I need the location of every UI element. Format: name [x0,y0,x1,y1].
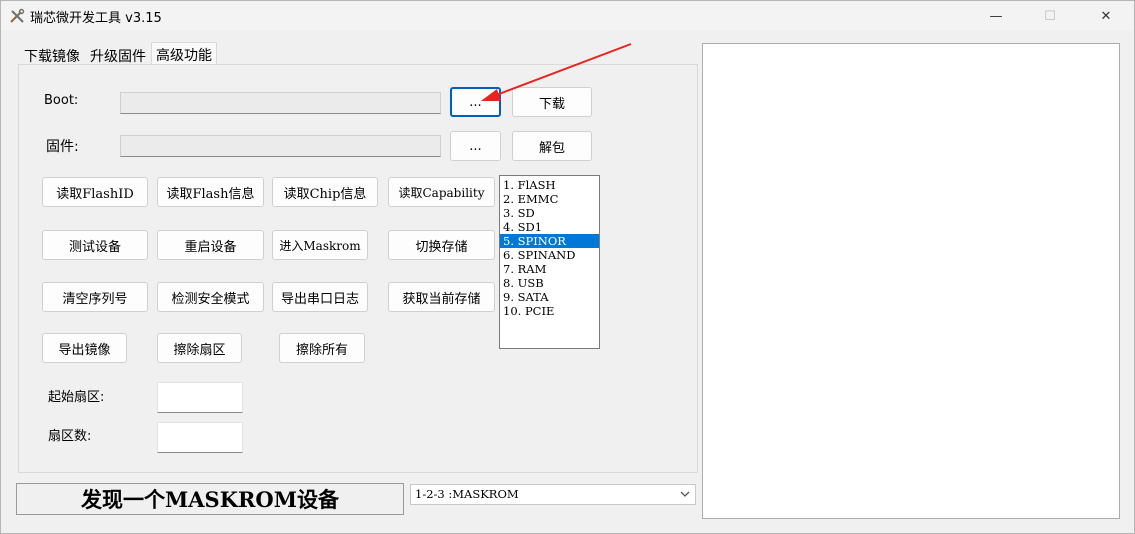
close-button[interactable]: ✕ [1083,1,1129,31]
log-panel[interactable] [702,43,1120,519]
download-button[interactable]: 下载 [512,87,592,117]
unpack-button[interactable]: 解包 [512,131,592,161]
tools-icon [10,8,25,23]
start-sector-input[interactable] [157,382,243,413]
storage-item-pcie[interactable]: 10. PCIE [500,304,599,318]
export-serial-log-button[interactable]: 导出串口日志 [272,282,368,312]
storage-item-sd[interactable]: 3. SD [500,206,599,220]
switch-storage-button[interactable]: 切换存储 [388,230,495,260]
minimize-button[interactable]: — [973,1,1019,31]
app-window: 瑞芯微开发工具 v3.15 — ☐ ✕ 下载镜像 升级固件 高级功能 Boot:… [0,0,1135,534]
device-select-value: 1-2-3 :MASKROM [415,487,519,501]
boot-path-field[interactable] [120,92,441,114]
read-flash-info-button[interactable]: 读取Flash信息 [157,177,264,207]
title-bar[interactable]: 瑞芯微开发工具 v3.15 — ☐ ✕ [1,1,1134,31]
sector-count-label: 扇区数: [48,429,92,444]
erase-all-button[interactable]: 擦除所有 [279,333,365,363]
storage-list[interactable]: 1. FlASH 2. EMMC 3. SD 4. SD1 5. SPINOR … [499,175,600,349]
erase-sector-button[interactable]: 擦除扇区 [157,333,242,363]
storage-item-spinor[interactable]: 5. SPINOR [500,234,599,248]
test-device-button[interactable]: 测试设备 [42,230,148,260]
firmware-path-field[interactable] [120,135,441,157]
status-message: 发现一个MASKROM设备 [16,483,404,515]
export-image-button[interactable]: 导出镜像 [42,333,127,363]
firmware-browse-button[interactable]: ... [450,131,501,161]
check-secure-mode-button[interactable]: 检测安全模式 [157,282,264,312]
storage-item-flash[interactable]: 1. FlASH [500,178,599,192]
read-chip-info-button[interactable]: 读取Chip信息 [272,177,378,207]
start-sector-label: 起始扇区: [48,390,105,405]
reboot-device-button[interactable]: 重启设备 [157,230,264,260]
get-current-storage-button[interactable]: 获取当前存储 [388,282,495,312]
storage-item-spinand[interactable]: 6. SPINAND [500,248,599,262]
chevron-down-icon [680,491,690,497]
storage-item-usb[interactable]: 8. USB [500,276,599,290]
device-select[interactable]: 1-2-3 :MASKROM [410,484,696,505]
clear-serial-button[interactable]: 清空序列号 [42,282,148,312]
read-capability-button[interactable]: 读取Capability [388,177,495,207]
read-flash-id-button[interactable]: 读取FlashID [42,177,148,207]
boot-label: Boot: [44,93,79,108]
tab-bar: 下载镜像 升级固件 高级功能 [19,42,217,67]
sector-count-input[interactable] [157,422,243,453]
storage-item-sd1[interactable]: 4. SD1 [500,220,599,234]
boot-browse-button[interactable]: ... [450,87,501,117]
window-title: 瑞芯微开发工具 v3.15 [30,11,162,26]
maximize-button[interactable]: ☐ [1027,1,1073,31]
firmware-label: 固件: [46,139,79,155]
enter-maskrom-button[interactable]: 进入Maskrom [272,230,368,260]
storage-item-emmc[interactable]: 2. EMMC [500,192,599,206]
storage-item-ram[interactable]: 7. RAM [500,262,599,276]
storage-item-sata[interactable]: 9. SATA [500,290,599,304]
